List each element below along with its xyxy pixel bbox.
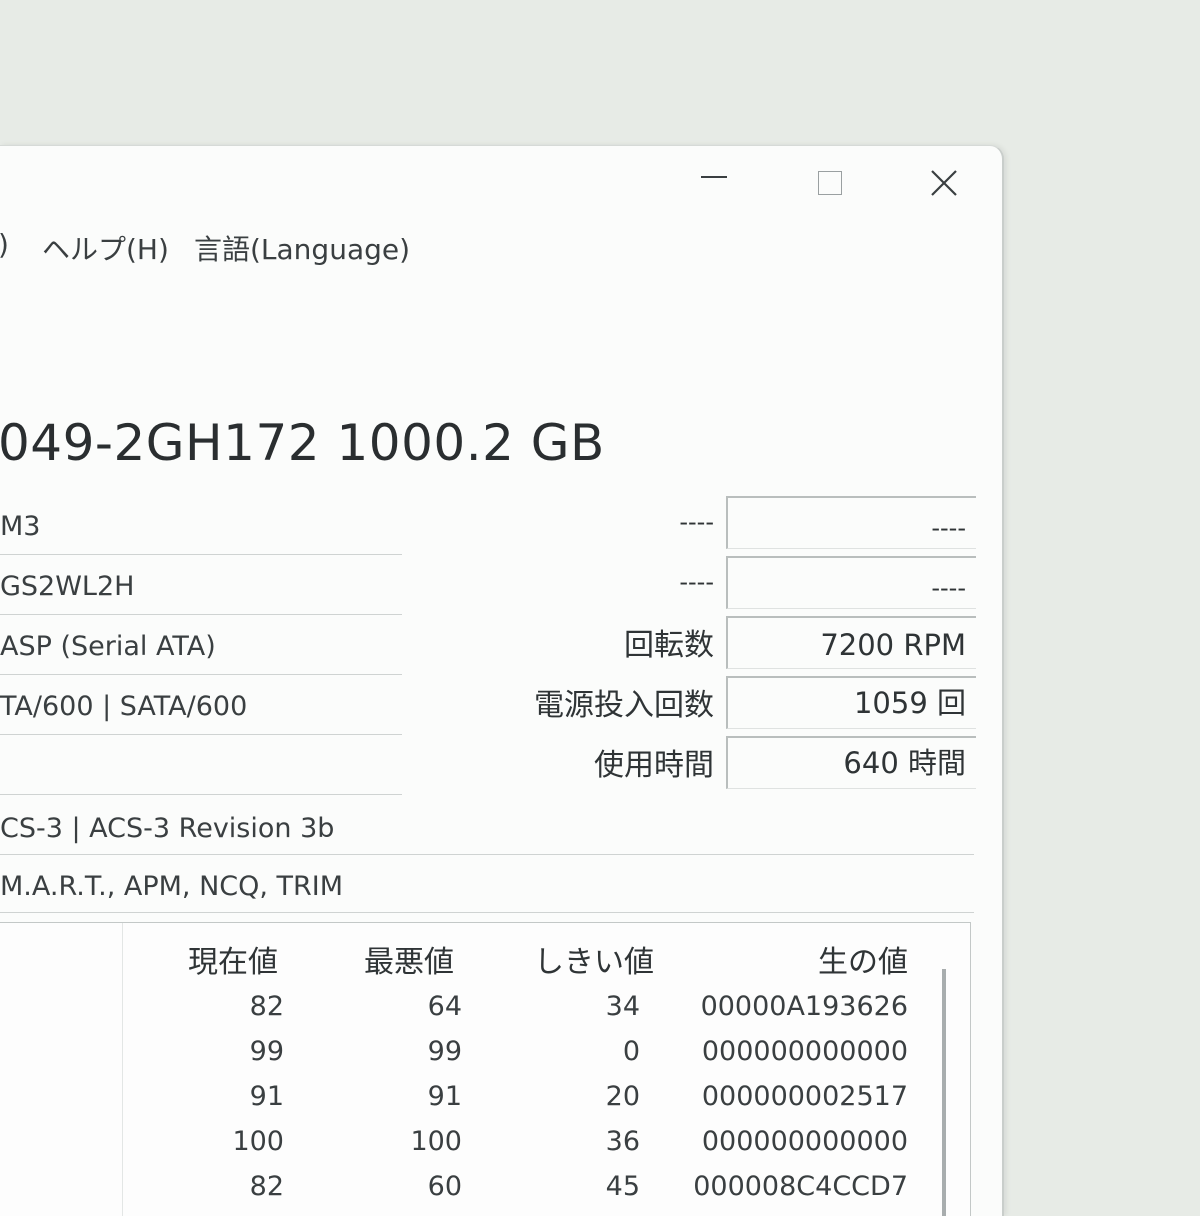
- firmware-field: M3: [0, 496, 402, 555]
- column-header-threshold[interactable]: しきい値: [534, 937, 654, 981]
- right-box-2: ----: [726, 556, 976, 609]
- table-cell-threshold: 0: [622, 1036, 640, 1067]
- drive-letter-field: [0, 736, 402, 795]
- table-cell-threshold: 45: [605, 1171, 640, 1202]
- crystaldiskinfo-window: ) ヘルプ(H) 言語(Language) 049-2GH172 1000.2 …: [0, 145, 1004, 1216]
- right-value-1: ----: [931, 514, 966, 542]
- menu-item-partial[interactable]: ): [0, 228, 9, 261]
- table-cell-worst: 60: [427, 1171, 462, 1202]
- power-on-hours-label: 使用時間: [594, 748, 714, 783]
- menu-bar: ) ヘルプ(H) 言語(Language): [0, 224, 1000, 270]
- title-bar: [0, 146, 1002, 216]
- table-cell-raw: 000000002517: [701, 1081, 908, 1112]
- column-divider: [122, 923, 123, 1216]
- maximize-button[interactable]: [800, 160, 860, 206]
- close-button[interactable]: [914, 160, 974, 206]
- transfer-mode-value: TA/600 | SATA/600: [0, 691, 248, 722]
- features-value: M.A.R.T., APM, NCQ, TRIM: [0, 871, 344, 902]
- standard-field: CS-3 | ACS-3 Revision 3b: [0, 798, 974, 855]
- table-cell-threshold: 36: [605, 1126, 640, 1157]
- table-cell-raw: 000008C4CCD7: [693, 1171, 908, 1202]
- minimize-button[interactable]: [684, 160, 744, 206]
- table-cell-worst: 100: [410, 1126, 462, 1157]
- smart-attributes-table[interactable]: 現在値 最悪値 しきい値 生の値 82 64 34 00000A193626 99 99 0…: [0, 922, 971, 1216]
- drive-model-title: 049-2GH172 1000.2 GB: [0, 414, 605, 472]
- right-label-1: ----: [679, 508, 714, 536]
- minimize-icon: [701, 176, 727, 178]
- menu-item-language[interactable]: 言語(Language): [194, 228, 410, 268]
- power-on-count-value: 1059 回: [853, 686, 966, 720]
- rotation-rate-box: 7200 RPM: [726, 616, 976, 669]
- table-cell-current: 91: [249, 1081, 284, 1112]
- power-on-count-label: 電源投入回数: [534, 688, 714, 723]
- table-cell-worst: 64: [427, 991, 462, 1022]
- table-cell-raw: 000000000000: [701, 1126, 908, 1157]
- rotation-rate-label: 回転数: [624, 628, 714, 663]
- table-cell-current: 100: [232, 1126, 284, 1157]
- right-box-1: ----: [726, 496, 976, 549]
- table-cell-worst: 99: [427, 1036, 462, 1067]
- table-cell-raw: 00000A193626: [700, 991, 908, 1022]
- interface-field: ASP (Serial ATA): [0, 616, 402, 675]
- column-header-current[interactable]: 現在値: [188, 937, 278, 981]
- table-cell-current: 82: [249, 1171, 284, 1202]
- right-value-2: ----: [931, 574, 966, 602]
- table-cell-threshold: 20: [605, 1081, 640, 1112]
- table-cell-current: 82: [249, 991, 284, 1022]
- transfer-mode-field: TA/600 | SATA/600: [0, 676, 402, 735]
- power-on-count-box: 1059 回: [726, 676, 976, 729]
- maximize-icon: [818, 171, 842, 195]
- table-cell-worst: 91: [427, 1081, 462, 1112]
- vertical-scrollbar[interactable]: [942, 969, 946, 1216]
- serial-number-field: GS2WL2H: [0, 556, 402, 615]
- power-on-hours-box: 640 時間: [726, 736, 976, 789]
- firmware-value: M3: [0, 511, 41, 542]
- menu-item-help[interactable]: ヘルプ(H): [42, 228, 169, 268]
- column-header-raw[interactable]: 生の値: [818, 937, 908, 981]
- right-label-2: ----: [679, 568, 714, 596]
- features-field: M.A.R.T., APM, NCQ, TRIM: [0, 856, 974, 913]
- power-on-hours-value: 640 時間: [843, 746, 966, 780]
- standard-value: CS-3 | ACS-3 Revision 3b: [0, 813, 335, 844]
- serial-number-value: GS2WL2H: [0, 571, 135, 602]
- column-header-worst[interactable]: 最悪値: [364, 937, 454, 981]
- table-cell-threshold: 34: [605, 991, 640, 1022]
- table-cell-raw: 000000000000: [701, 1036, 908, 1067]
- interface-value: ASP (Serial ATA): [0, 631, 216, 662]
- rotation-rate-value: 7200 RPM: [820, 628, 966, 662]
- table-cell-current: 99: [249, 1036, 284, 1067]
- close-icon: [931, 170, 957, 196]
